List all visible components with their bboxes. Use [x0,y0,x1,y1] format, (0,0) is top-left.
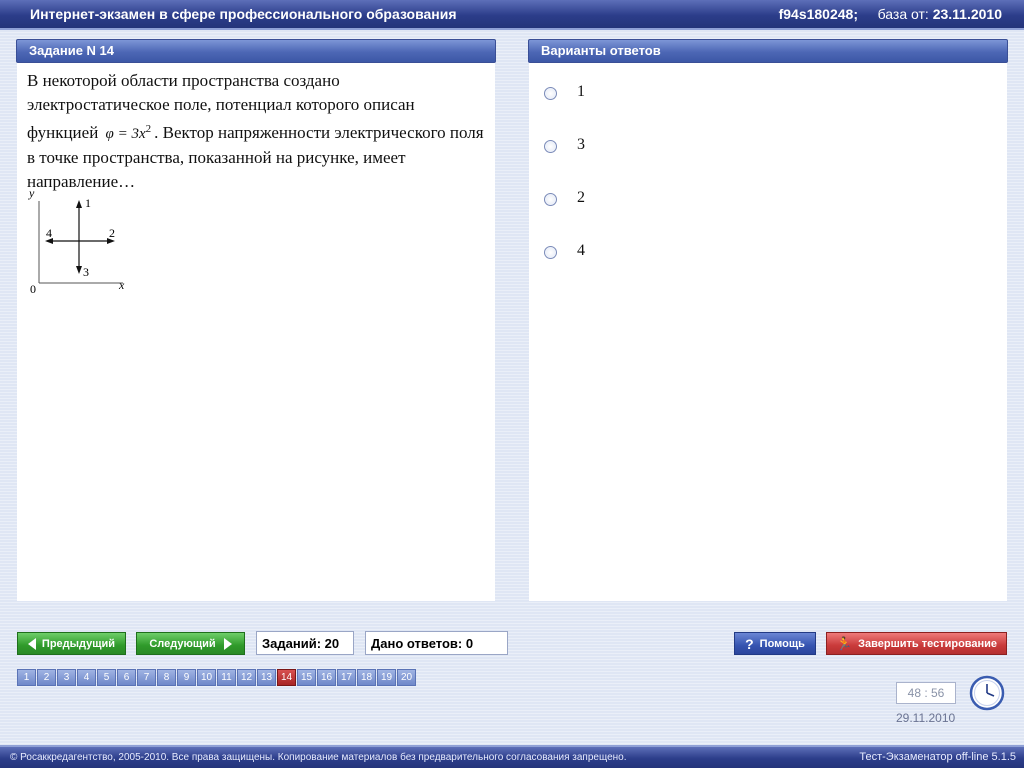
answer-list: 1 3 2 4 [529,63,1007,293]
help-label: Помощь [759,637,805,650]
question-nav-item[interactable]: 11 [217,669,236,686]
prev-button[interactable]: Предыдущий [17,632,126,655]
next-button[interactable]: Следующий [136,632,245,655]
radio-button[interactable] [544,140,557,153]
question-nav-item[interactable]: 3 [57,669,76,686]
clock-icon [969,675,1005,711]
answer-label: 3 [577,136,585,153]
finish-label: Завершить тестирование [858,637,998,650]
question-nav-item[interactable]: 15 [297,669,316,686]
arrow-right-icon [223,637,232,650]
timer-display: 48 : 56 [896,682,956,704]
origin-label: 0 [30,282,36,295]
running-man-icon: 🏃 [835,635,853,651]
axis-y-label: y [28,187,35,200]
formula: φ = 3x2 [105,123,152,142]
question-nav-item[interactable]: 16 [317,669,336,686]
question-nav-item[interactable]: 4 [77,669,96,686]
answer-label: 2 [577,189,585,206]
db-info: база от: 23.11.2010 [878,6,1002,22]
question-mark-icon: ? [745,635,754,652]
session-id: f94s180248; [778,6,858,22]
question-panel: Задание N 14 В некоторой области простра… [16,39,496,601]
footer: © Росаккредагентство, 2005-2010. Все пра… [0,745,1024,768]
question-nav-item[interactable]: 18 [357,669,376,686]
dir-label-3: 3 [83,265,89,279]
answers-panel: Варианты ответов 1 3 2 4 [528,39,1008,601]
question-nav-item[interactable]: 7 [137,669,156,686]
db-date: 23.11.2010 [932,6,1002,22]
help-button[interactable]: ? Помощь [734,632,816,655]
radio-button[interactable] [544,193,557,206]
answer-option-1[interactable]: 1 [544,81,1007,134]
question-nav-item[interactable]: 6 [117,669,136,686]
question-nav-item[interactable]: 10 [197,669,216,686]
dir-label-1: 1 [85,196,91,210]
axis-x-label: x [118,278,125,292]
arrowhead-down [76,266,82,274]
answer-label: 1 [577,83,585,100]
arrowhead-up [76,200,82,208]
title-bar: Интернет-экзамен в сфере профессионально… [0,0,1024,30]
dir-label-4: 4 [46,226,52,240]
next-label: Следующий [149,637,216,650]
app-title: Интернет-экзамен в сфере профессионально… [30,6,457,22]
radio-button[interactable] [544,246,557,259]
question-nav-item[interactable]: 1 [17,669,36,686]
answer-label: 4 [577,242,585,259]
answers-header: Варианты ответов [528,39,1008,63]
answer-option-3[interactable]: 2 [544,187,1007,240]
question-navigator: 1 2 3 4 5 6 7 8 9 10 11 12 13 14 15 16 1… [17,669,417,686]
question-nav-item[interactable]: 17 [337,669,356,686]
question-nav-item[interactable]: 19 [377,669,396,686]
formula-lhs: φ = 3x [105,126,146,142]
question-nav-item[interactable]: 9 [177,669,196,686]
question-header: Задание N 14 [16,39,496,63]
answered-count: Дано ответов: 0 [365,631,508,655]
finish-button[interactable]: 🏃 Завершить тестирование [826,632,1007,655]
db-label: база от: [877,6,929,22]
answer-option-4[interactable]: 4 [544,240,1007,293]
answer-option-2[interactable]: 3 [544,134,1007,187]
copyright-text: © Росаккредагентство, 2005-2010. Все пра… [10,752,627,763]
arrow-left-icon [27,637,36,650]
question-nav-item[interactable]: 12 [237,669,256,686]
question-nav-item[interactable]: 8 [157,669,176,686]
question-nav-item[interactable]: 2 [37,669,56,686]
radio-button[interactable] [544,87,557,100]
prev-label: Предыдущий [41,637,116,650]
version-text: Тест-Экзаменатор off-line 5.1.5 [859,751,1016,763]
question-text: В некоторой области пространства создано… [17,63,495,194]
formula-exponent: 2 [145,123,152,135]
question-nav-item[interactable]: 5 [97,669,116,686]
dir-label-2: 2 [109,226,115,240]
question-nav-item[interactable]: 20 [397,669,416,686]
question-nav-item[interactable]: 13 [257,669,276,686]
field-figure: y x 0 1 2 3 4 [28,187,125,295]
question-nav-item-current[interactable]: 14 [277,669,296,686]
current-date: 29.11.2010 [896,711,956,725]
total-count: Заданий: 20 [256,631,354,655]
